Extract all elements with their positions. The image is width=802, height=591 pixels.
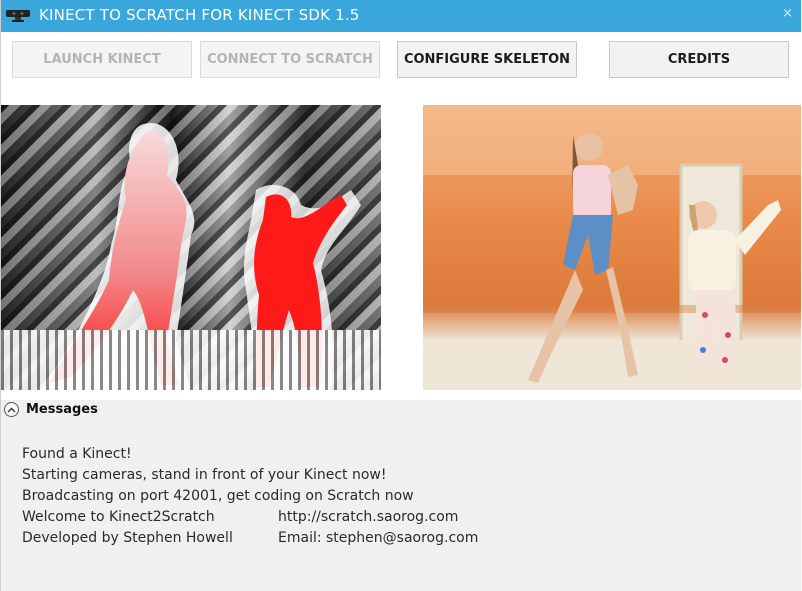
welcome-label: Welcome to Kinect2Scratch [22,509,215,525]
messages-panel: Messages Found a Kinect! Starting camera… [1,400,801,591]
messages-header[interactable]: Messages [1,400,801,420]
toolbar: LAUNCH KINECT CONNECT TO SCRATCH CONFIGU… [1,32,801,94]
email-text: Email: stephen@saorog.com [278,530,479,546]
depth-floor-noise [1,330,381,390]
depth-camera-view [1,105,381,390]
connect-to-scratch-button[interactable]: CONNECT TO SCRATCH [200,41,380,78]
message-line: Found a Kinect! [22,446,132,462]
launch-kinect-button[interactable]: LAUNCH KINECT [12,41,192,78]
color-camera-view [423,105,801,390]
developer-label: Developed by Stephen Howell [22,530,233,546]
credits-button[interactable]: CREDITS [609,41,789,78]
kinect-sensor-icon [6,10,30,22]
window-title: KINECT TO SCRATCH FOR KINECT SDK 1.5 [39,6,360,24]
app-window: KINECT TO SCRATCH FOR KINECT SDK 1.5 × L… [0,0,801,591]
message-line: Starting cameras, stand in front of your… [22,467,387,483]
chevron-up-icon[interactable] [4,402,19,417]
website-link: http://scratch.saorog.com [278,509,459,525]
info-row: Developed by Stephen Howell Email: steph… [22,528,478,549]
title-bar[interactable]: KINECT TO SCRATCH FOR KINECT SDK 1.5 × [1,0,801,32]
info-row: Welcome to Kinect2Scratch http://scratch… [22,507,458,528]
message-line: Broadcasting on port 42001, get coding o… [22,488,414,504]
close-icon[interactable]: × [782,6,793,21]
messages-log: Found a Kinect! Starting cameras, stand … [22,444,478,549]
configure-skeleton-button[interactable]: CONFIGURE SKELETON [397,41,577,78]
camera-area [1,94,801,400]
messages-title: Messages [26,402,98,417]
color-image [423,105,801,390]
